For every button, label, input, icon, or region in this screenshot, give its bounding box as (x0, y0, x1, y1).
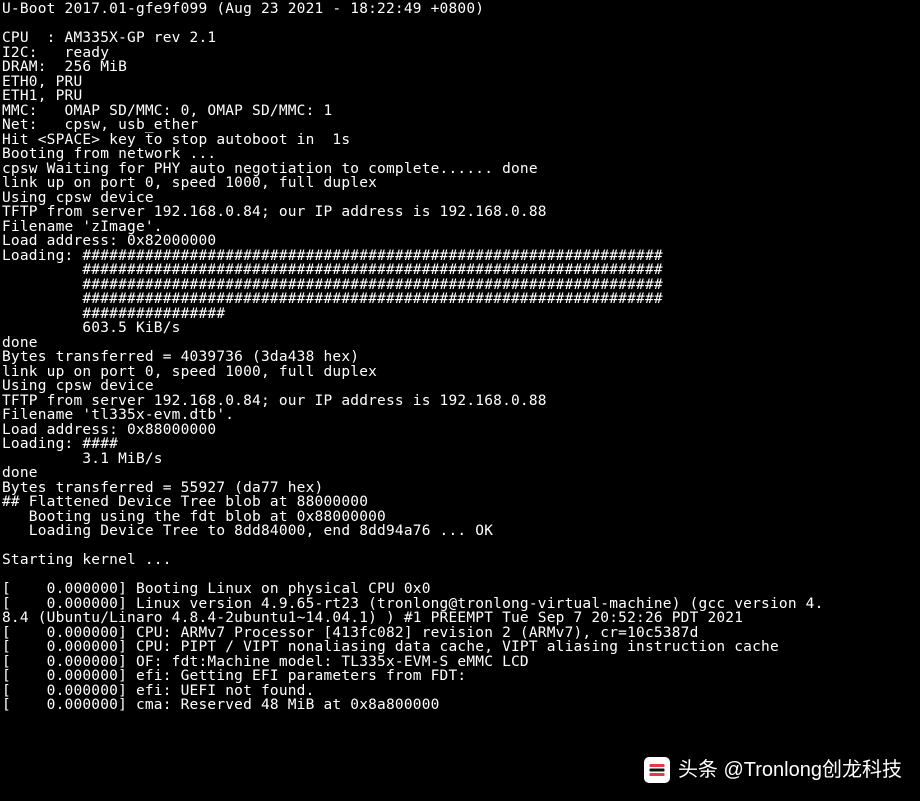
toutiao-icon (644, 757, 670, 783)
terminal-output: U-Boot 2017.01-gfe9f099 (Aug 23 2021 - 1… (0, 0, 920, 715)
watermark: 头条 @Tronlong创龙科技 (644, 757, 902, 783)
watermark-text: 头条 @Tronlong创龙科技 (678, 760, 902, 780)
